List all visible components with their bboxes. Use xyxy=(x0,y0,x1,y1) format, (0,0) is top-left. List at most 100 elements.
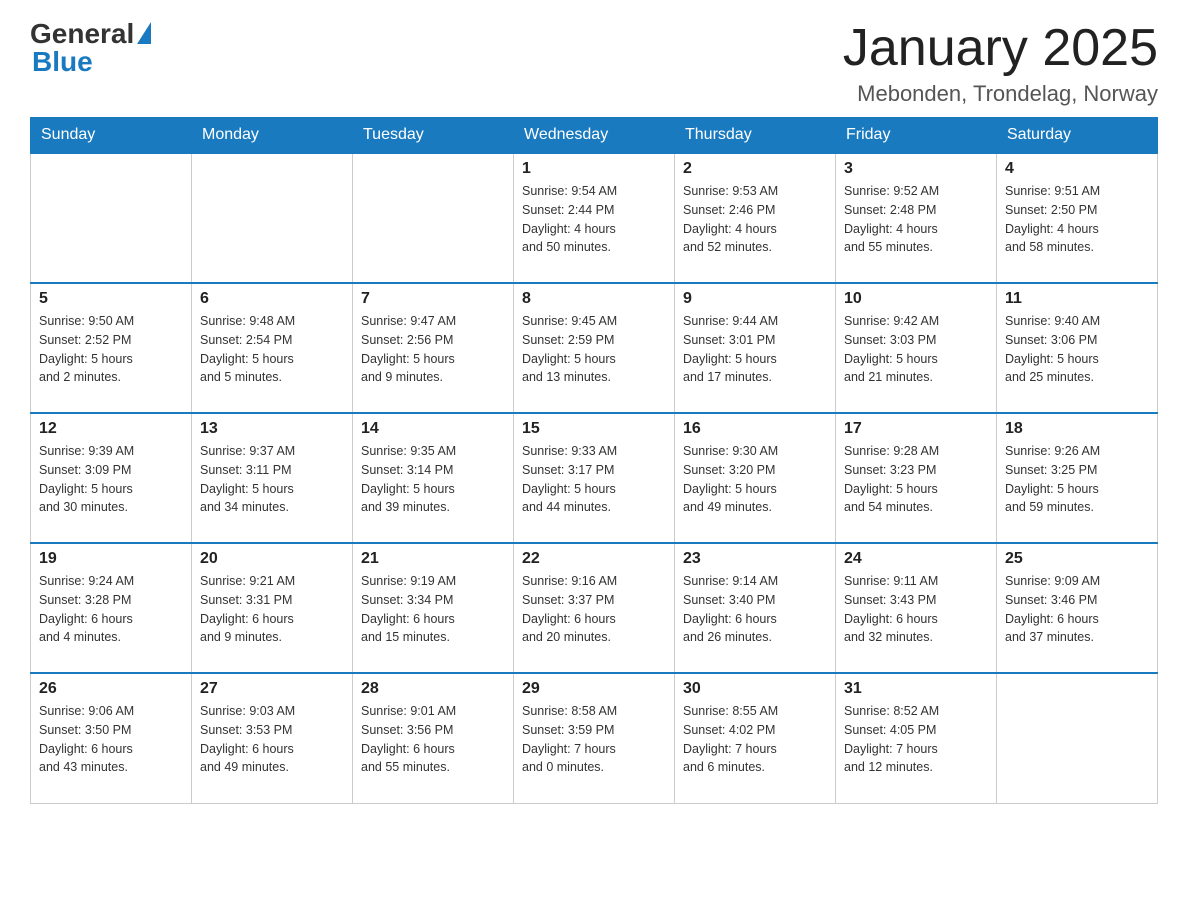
logo-triangle-icon xyxy=(137,22,151,44)
day-info: Sunrise: 9:24 AM Sunset: 3:28 PM Dayligh… xyxy=(39,572,183,647)
day-number: 20 xyxy=(200,550,344,568)
day-info: Sunrise: 9:33 AM Sunset: 3:17 PM Dayligh… xyxy=(522,442,666,517)
day-number: 29 xyxy=(522,680,666,698)
calendar-cell: 16 Sunrise: 9:30 AM Sunset: 3:20 PM Dayli… xyxy=(675,413,836,543)
day-info: Sunrise: 9:09 AM Sunset: 3:46 PM Dayligh… xyxy=(1005,572,1149,647)
calendar-cell: 31 Sunrise: 8:52 AM Sunset: 4:05 PM Dayli… xyxy=(836,673,997,803)
weekday-header-saturday: Saturday xyxy=(997,118,1158,154)
day-number: 8 xyxy=(522,290,666,308)
day-number: 6 xyxy=(200,290,344,308)
day-info: Sunrise: 9:50 AM Sunset: 2:52 PM Dayligh… xyxy=(39,312,183,387)
day-info: Sunrise: 9:03 AM Sunset: 3:53 PM Dayligh… xyxy=(200,702,344,777)
calendar-cell: 2Sunrise: 9:53 AM Sunset: 2:46 PM Daylig… xyxy=(675,153,836,283)
weekday-header-row: SundayMondayTuesdayWednesdayThursdayFrid… xyxy=(31,118,1158,154)
day-number: 7 xyxy=(361,290,505,308)
day-info: Sunrise: 9:06 AM Sunset: 3:50 PM Dayligh… xyxy=(39,702,183,777)
calendar-cell: 11Sunrise: 9:40 AM Sunset: 3:06 PM Dayli… xyxy=(997,283,1158,413)
title-section: January 2025 Mebonden, Trondelag, Norway xyxy=(843,20,1158,107)
calendar-cell: 3Sunrise: 9:52 AM Sunset: 2:48 PM Daylig… xyxy=(836,153,997,283)
day-number: 5 xyxy=(39,290,183,308)
calendar-cell: 15 Sunrise: 9:33 AM Sunset: 3:17 PM Dayli… xyxy=(514,413,675,543)
calendar-cell: 20 Sunrise: 9:21 AM Sunset: 3:31 PM Dayli… xyxy=(192,543,353,673)
day-info: Sunrise: 9:30 AM Sunset: 3:20 PM Dayligh… xyxy=(683,442,827,517)
day-info: Sunrise: 9:53 AM Sunset: 2:46 PM Dayligh… xyxy=(683,182,827,257)
day-number: 31 xyxy=(844,680,988,698)
day-number: 30 xyxy=(683,680,827,698)
day-number: 28 xyxy=(361,680,505,698)
calendar-cell: 18Sunrise: 9:26 AM Sunset: 3:25 PM Dayli… xyxy=(997,413,1158,543)
day-info: Sunrise: 8:52 AM Sunset: 4:05 PM Dayligh… xyxy=(844,702,988,777)
day-number: 26 xyxy=(39,680,183,698)
day-number: 12 xyxy=(39,420,183,438)
calendar-cell: 5 Sunrise: 9:50 AM Sunset: 2:52 PM Daylig… xyxy=(31,283,192,413)
day-info: Sunrise: 9:54 AM Sunset: 2:44 PM Dayligh… xyxy=(522,182,666,257)
calendar-cell: 25 Sunrise: 9:09 AM Sunset: 3:46 PM Dayli… xyxy=(997,543,1158,673)
day-number: 15 xyxy=(522,420,666,438)
calendar-cell xyxy=(31,153,192,283)
day-number: 10 xyxy=(844,290,988,308)
calendar-cell: 23Sunrise: 9:14 AM Sunset: 3:40 PM Dayli… xyxy=(675,543,836,673)
day-number: 4 xyxy=(1005,160,1149,178)
calendar-cell: 22 Sunrise: 9:16 AM Sunset: 3:37 PM Dayli… xyxy=(514,543,675,673)
day-number: 25 xyxy=(1005,550,1149,568)
day-number: 14 xyxy=(361,420,505,438)
calendar-cell xyxy=(997,673,1158,803)
calendar-cell: 14Sunrise: 9:35 AM Sunset: 3:14 PM Dayli… xyxy=(353,413,514,543)
day-info: Sunrise: 9:39 AM Sunset: 3:09 PM Dayligh… xyxy=(39,442,183,517)
weekday-header-wednesday: Wednesday xyxy=(514,118,675,154)
day-info: Sunrise: 9:21 AM Sunset: 3:31 PM Dayligh… xyxy=(200,572,344,647)
calendar-cell: 27Sunrise: 9:03 AM Sunset: 3:53 PM Dayli… xyxy=(192,673,353,803)
day-number: 16 xyxy=(683,420,827,438)
day-info: Sunrise: 9:42 AM Sunset: 3:03 PM Dayligh… xyxy=(844,312,988,387)
calendar-cell: 19 Sunrise: 9:24 AM Sunset: 3:28 PM Dayli… xyxy=(31,543,192,673)
calendar-cell: 24 Sunrise: 9:11 AM Sunset: 3:43 PM Dayli… xyxy=(836,543,997,673)
calendar-cell: 30Sunrise: 8:55 AM Sunset: 4:02 PM Dayli… xyxy=(675,673,836,803)
calendar-cell: 12 Sunrise: 9:39 AM Sunset: 3:09 PM Dayli… xyxy=(31,413,192,543)
week-row-5: 26 Sunrise: 9:06 AM Sunset: 3:50 PM Dayli… xyxy=(31,673,1158,803)
day-number: 1 xyxy=(522,160,666,178)
calendar-cell: 13 Sunrise: 9:37 AM Sunset: 3:11 PM Dayli… xyxy=(192,413,353,543)
weekday-header-friday: Friday xyxy=(836,118,997,154)
week-row-2: 5 Sunrise: 9:50 AM Sunset: 2:52 PM Daylig… xyxy=(31,283,1158,413)
calendar-cell: 21 Sunrise: 9:19 AM Sunset: 3:34 PM Dayli… xyxy=(353,543,514,673)
day-number: 17 xyxy=(844,420,988,438)
day-number: 11 xyxy=(1005,290,1149,308)
calendar-cell xyxy=(192,153,353,283)
day-info: Sunrise: 9:14 AM Sunset: 3:40 PM Dayligh… xyxy=(683,572,827,647)
week-row-1: 1 Sunrise: 9:54 AM Sunset: 2:44 PM Daylig… xyxy=(31,153,1158,283)
month-title: January 2025 xyxy=(843,20,1158,77)
weekday-header-thursday: Thursday xyxy=(675,118,836,154)
day-number: 21 xyxy=(361,550,505,568)
day-number: 19 xyxy=(39,550,183,568)
day-info: Sunrise: 9:11 AM Sunset: 3:43 PM Dayligh… xyxy=(844,572,988,647)
logo-blue-text: Blue xyxy=(32,48,93,76)
day-info: Sunrise: 9:37 AM Sunset: 3:11 PM Dayligh… xyxy=(200,442,344,517)
day-info: Sunrise: 9:44 AM Sunset: 3:01 PM Dayligh… xyxy=(683,312,827,387)
day-number: 24 xyxy=(844,550,988,568)
calendar-cell: 28 Sunrise: 9:01 AM Sunset: 3:56 PM Dayli… xyxy=(353,673,514,803)
day-number: 22 xyxy=(522,550,666,568)
day-number: 13 xyxy=(200,420,344,438)
day-info: Sunrise: 9:45 AM Sunset: 2:59 PM Dayligh… xyxy=(522,312,666,387)
calendar-cell: 7 Sunrise: 9:47 AM Sunset: 2:56 PM Daylig… xyxy=(353,283,514,413)
day-info: Sunrise: 9:51 AM Sunset: 2:50 PM Dayligh… xyxy=(1005,182,1149,257)
week-row-3: 12 Sunrise: 9:39 AM Sunset: 3:09 PM Dayli… xyxy=(31,413,1158,543)
calendar-table: SundayMondayTuesdayWednesdayThursdayFrid… xyxy=(30,117,1158,804)
calendar-cell xyxy=(353,153,514,283)
day-info: Sunrise: 9:01 AM Sunset: 3:56 PM Dayligh… xyxy=(361,702,505,777)
week-row-4: 19 Sunrise: 9:24 AM Sunset: 3:28 PM Dayli… xyxy=(31,543,1158,673)
day-info: Sunrise: 9:28 AM Sunset: 3:23 PM Dayligh… xyxy=(844,442,988,517)
day-info: Sunrise: 9:19 AM Sunset: 3:34 PM Dayligh… xyxy=(361,572,505,647)
page-header: General Blue January 2025 Mebonden, Tron… xyxy=(30,20,1158,107)
logo: General Blue xyxy=(30,20,151,76)
weekday-header-monday: Monday xyxy=(192,118,353,154)
calendar-cell: 9Sunrise: 9:44 AM Sunset: 3:01 PM Daylig… xyxy=(675,283,836,413)
calendar-cell: 1 Sunrise: 9:54 AM Sunset: 2:44 PM Daylig… xyxy=(514,153,675,283)
day-info: Sunrise: 9:52 AM Sunset: 2:48 PM Dayligh… xyxy=(844,182,988,257)
calendar-cell: 8 Sunrise: 9:45 AM Sunset: 2:59 PM Daylig… xyxy=(514,283,675,413)
day-info: Sunrise: 9:47 AM Sunset: 2:56 PM Dayligh… xyxy=(361,312,505,387)
day-number: 18 xyxy=(1005,420,1149,438)
weekday-header-tuesday: Tuesday xyxy=(353,118,514,154)
day-info: Sunrise: 9:16 AM Sunset: 3:37 PM Dayligh… xyxy=(522,572,666,647)
weekday-header-sunday: Sunday xyxy=(31,118,192,154)
